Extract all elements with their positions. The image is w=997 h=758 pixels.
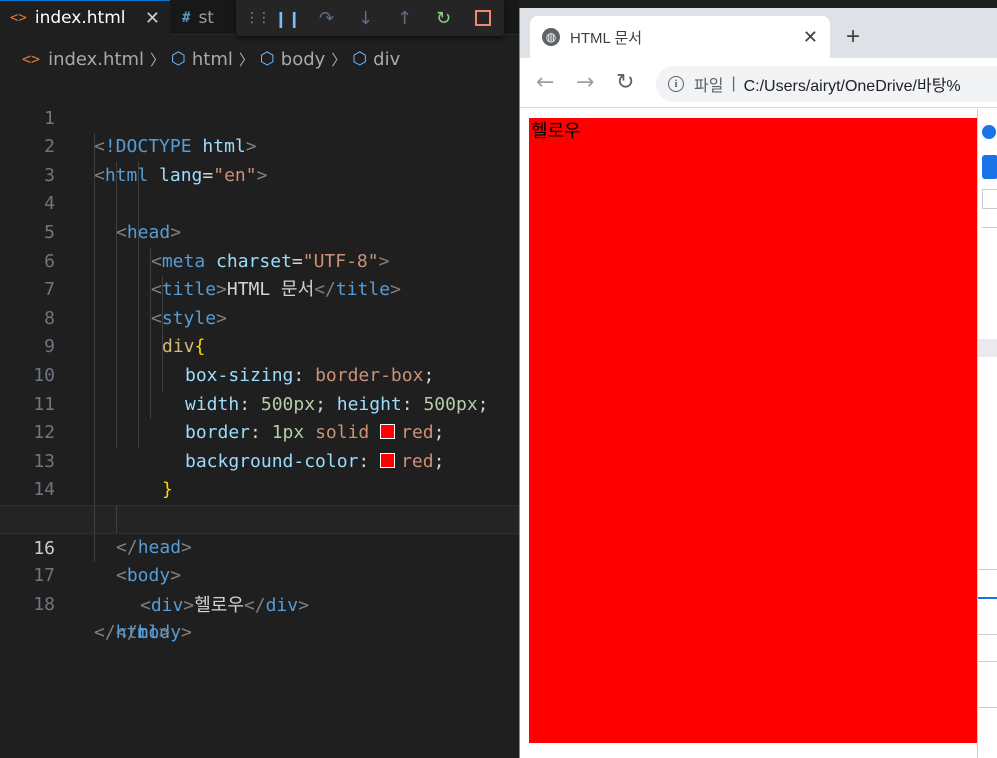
url-text: C:/Users/airyt/OneDrive/바탕%: [743, 78, 961, 95]
code-line[interactable]: 18 </html>: [0, 562, 519, 644]
breadcrumb-item-body[interactable]: body: [281, 49, 326, 70]
red-div-box: 헬로우: [529, 118, 977, 743]
line-number: 18: [33, 593, 55, 615]
chevron-right-icon: 〉: [331, 50, 347, 69]
globe-icon: ◍: [542, 28, 560, 46]
code-line[interactable]: 5 <title>HTML 문서</title>: [0, 190, 519, 300]
code-line[interactable]: 2 <html lang="en">: [0, 105, 519, 186]
code-line[interactable]: 15 <body>: [0, 476, 519, 586]
chevron-right-icon: 〉: [150, 50, 166, 69]
divider: [982, 227, 997, 228]
code-editor: <> index.html ✕ # st ⋮⋮ ❙❙ ↷ ↓ ↑ ↻ <> in…: [0, 0, 519, 758]
devtools-button[interactable]: [982, 155, 997, 179]
address-bar[interactable]: i 파일 | C:/Users/airyt/OneDrive/바탕%: [656, 66, 997, 102]
divider: [978, 707, 997, 708]
forward-arrow-icon[interactable]: →: [576, 70, 594, 95]
browser-window: ◍ HTML 문서 ✕ + ← → ↻ i 파일 | C:/Users/airy…: [519, 8, 997, 758]
info-icon[interactable]: i: [668, 76, 684, 92]
code-line[interactable]: 10 border: 1px solid red;: [0, 333, 519, 443]
code-area[interactable]: 1 <!DOCTYPE html> 2 <html lang="en"> 3 <…: [0, 76, 519, 644]
info-icon[interactable]: [982, 125, 996, 139]
line-content: <div>헬로우</div>: [140, 594, 309, 616]
browser-tab-strip: ◍ HTML 문서 ✕ +: [520, 8, 997, 58]
tab-label: st: [198, 7, 214, 28]
styles-tab-indicator: [978, 597, 997, 599]
more-icon[interactable]: [978, 339, 997, 357]
code-line[interactable]: 14 </head>: [0, 447, 519, 558]
divider: [978, 661, 997, 662]
code-line[interactable]: 11 background-color: red;: [0, 361, 519, 472]
restart-icon[interactable]: ↻: [424, 3, 463, 33]
browser-tab[interactable]: ◍ HTML 문서 ✕: [530, 16, 830, 58]
page-viewport: 헬로우: [520, 109, 977, 758]
new-tab-button[interactable]: +: [846, 23, 860, 51]
div-text: 헬로우: [531, 121, 581, 142]
step-out-icon[interactable]: ↑: [385, 3, 424, 33]
browser-toolbar: ← → ↻ i 파일 | C:/Users/airyt/OneDrive/바탕%: [520, 58, 997, 108]
css-file-icon: #: [182, 9, 191, 26]
browser-tab-title: HTML 문서: [570, 29, 643, 47]
cube-icon: ⬡: [352, 49, 368, 69]
tab-label: index.html: [34, 8, 126, 28]
pause-icon[interactable]: ❙❙: [268, 3, 307, 33]
devtools-panel: [977, 109, 997, 758]
code-line[interactable]: 1 <!DOCTYPE html>: [0, 76, 519, 158]
breadcrumb: <> index.html 〉 ⬡ html 〉 ⬡ body 〉 ⬡ div: [0, 45, 519, 73]
cube-icon: ⬡: [171, 49, 186, 69]
line-content: </html>: [94, 622, 170, 644]
code-line-current[interactable]: 16 <div>헬로우</div>: [0, 504, 519, 616]
url-separator: |: [731, 75, 736, 92]
stop-icon[interactable]: [463, 3, 502, 33]
breadcrumb-item-div[interactable]: div: [373, 49, 400, 70]
breadcrumb-item-html[interactable]: html: [192, 49, 233, 70]
code-line[interactable]: 8 box-sizing: border-box;: [0, 276, 519, 386]
back-arrow-icon[interactable]: ←: [536, 70, 554, 95]
close-icon[interactable]: ✕: [803, 27, 818, 48]
tab-index-html[interactable]: <> index.html ✕: [0, 0, 170, 35]
html-file-icon: <>: [22, 50, 41, 68]
cube-icon: ⬡: [259, 49, 275, 69]
debug-toolbar: ⋮⋮ ❙❙ ↷ ↓ ↑ ↻: [236, 0, 504, 36]
divider: [978, 634, 997, 635]
code-line[interactable]: 17 </body>: [0, 533, 519, 643]
reload-icon[interactable]: ↻: [616, 70, 634, 95]
code-line[interactable]: 12 }: [0, 390, 519, 500]
breadcrumb-item-file[interactable]: index.html: [48, 49, 144, 70]
html-file-icon: <>: [10, 10, 27, 26]
divider: [978, 569, 997, 570]
code-line[interactable]: 4 <meta charset="UTF-8">: [0, 161, 519, 272]
code-line[interactable]: 3 <head>: [0, 133, 519, 243]
step-over-icon[interactable]: ↷: [307, 3, 346, 33]
chevron-right-icon: 〉: [238, 50, 254, 69]
code-line[interactable]: 6 <style>: [0, 218, 519, 329]
step-into-icon[interactable]: ↓: [346, 3, 385, 33]
code-line[interactable]: 13 </style>: [0, 419, 519, 529]
drag-grip-icon[interactable]: ⋮⋮: [245, 3, 271, 33]
url-scheme: 파일: [694, 78, 724, 95]
close-icon[interactable]: ✕: [145, 8, 160, 29]
code-line[interactable]: 7 div{: [0, 247, 519, 357]
code-line[interactable]: 9 width: 500px; height: 500px;: [0, 304, 519, 415]
devtools-dropdown[interactable]: [982, 189, 997, 209]
